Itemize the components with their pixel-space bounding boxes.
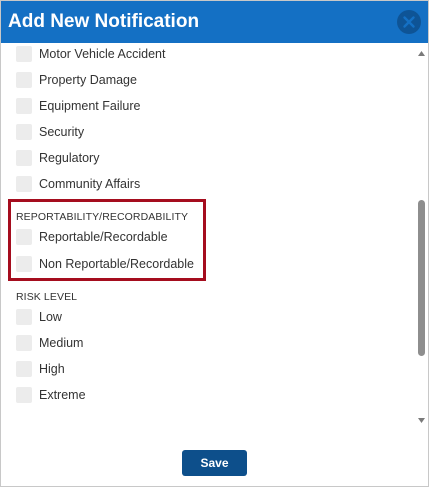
checkbox-community-affairs[interactable]: Community Affairs [16, 174, 140, 194]
checkbox-label: Community Affairs [39, 177, 141, 191]
checkbox-box[interactable] [16, 72, 32, 88]
checkbox-risk-high[interactable]: High [16, 359, 65, 379]
checkbox-non-reportable-recordable[interactable]: Non Reportable/Recordable [16, 254, 194, 274]
vertical-scrollbar[interactable] [415, 43, 428, 431]
checkbox-label: Medium [39, 336, 84, 350]
checkbox-motor-vehicle-accident[interactable]: Motor Vehicle Accident [16, 44, 165, 64]
checkbox-risk-medium[interactable]: Medium [16, 333, 83, 353]
checkbox-reportable-recordable[interactable]: Reportable/Recordable [16, 227, 168, 247]
checkbox-risk-low[interactable]: Low [16, 307, 62, 327]
checkbox-box[interactable] [16, 335, 32, 351]
checkbox-box[interactable] [16, 150, 32, 166]
checkbox-box[interactable] [16, 46, 32, 62]
scroll-up-arrow-icon[interactable] [417, 49, 426, 58]
checkbox-box[interactable] [16, 309, 32, 325]
reportability-header: REPORTABILITY/RECORDABILITY [16, 211, 189, 223]
checkbox-box[interactable] [16, 98, 32, 114]
checkbox-box[interactable] [16, 361, 32, 377]
checkbox-label: Security [39, 125, 85, 139]
checkbox-box[interactable] [16, 387, 32, 403]
checkbox-label: High [39, 362, 65, 376]
dialog-scroll-content: Motor Vehicle Accident Property Damage E… [1, 43, 415, 431]
dialog-titlebar: Add New Notification [1, 1, 428, 43]
dialog-title: Add New Notification [8, 11, 200, 32]
checkbox-box[interactable] [16, 124, 32, 140]
checkbox-equipment-failure[interactable]: Equipment Failure [16, 96, 140, 116]
checkbox-risk-extreme[interactable]: Extreme [16, 385, 86, 405]
checkbox-label: Equipment Failure [39, 99, 141, 113]
checkbox-property-damage[interactable]: Property Damage [16, 70, 137, 90]
checkbox-label: Extreme [39, 388, 86, 402]
save-button[interactable]: Save [182, 450, 247, 476]
checkbox-security[interactable]: Security [16, 122, 84, 142]
checkbox-box[interactable] [16, 256, 32, 272]
risk-level-header: RISK LEVEL [16, 291, 78, 303]
checkbox-regulatory[interactable]: Regulatory [16, 148, 99, 168]
scroll-down-arrow-icon[interactable] [417, 416, 426, 425]
checkbox-box[interactable] [16, 229, 32, 245]
checkbox-label: Non Reportable/Recordable [39, 257, 194, 271]
add-notification-dialog: Add New Notification Motor Vehicle Accid… [0, 0, 429, 487]
checkbox-label: Reportable/Recordable [39, 230, 168, 244]
checkbox-label: Low [39, 310, 62, 324]
close-icon[interactable] [397, 10, 421, 34]
scrollbar-thumb[interactable] [418, 200, 425, 356]
checkbox-label: Motor Vehicle Accident [39, 47, 166, 61]
checkbox-label: Regulatory [39, 151, 100, 165]
checkbox-label: Property Damage [39, 73, 137, 87]
checkbox-box[interactable] [16, 176, 32, 192]
